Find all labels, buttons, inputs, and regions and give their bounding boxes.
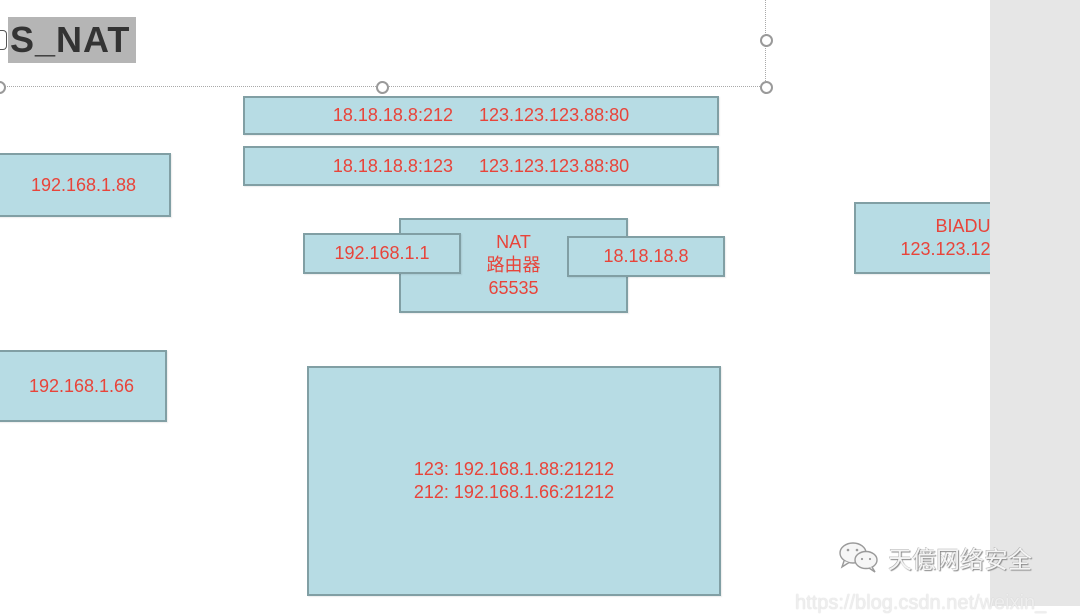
mapping-line: 212: 192.168.1.66:21212	[413, 482, 615, 502]
router-name: NAT	[496, 232, 531, 252]
router-wan-interface[interactable]: 18.18.18.8	[567, 236, 725, 277]
wechat-icon	[838, 540, 882, 574]
watermark-url: https://blog.csdn.net/weixin_	[795, 592, 1047, 614]
host-b-ip: 192.168.1.66	[28, 375, 135, 396]
wan-ip: 18.18.18.8	[603, 246, 689, 266]
router-ports: 65535	[488, 278, 539, 298]
resize-handle-bottom[interactable]	[376, 81, 389, 94]
slide-canvas: S_NAT 18.18.18.8:212 123.123.123.88:80 1…	[0, 0, 1072, 606]
nat-table-row[interactable]: 18.18.18.8:212 123.123.123.88:80	[243, 96, 719, 135]
nat-table-row[interactable]: 18.18.18.8:123 123.123.123.88:80	[243, 146, 719, 186]
router-type: 路由器	[486, 255, 541, 275]
text-cursor	[0, 30, 7, 50]
lan-ip: 192.168.1.1	[334, 243, 430, 263]
router-lan-interface[interactable]: 192.168.1.1	[303, 233, 461, 274]
public-endpoint: 18.18.18.8:123	[332, 155, 453, 176]
side-panel	[990, 0, 1080, 606]
public-endpoint: 18.18.18.8:212	[332, 105, 453, 125]
resize-handle-right[interactable]	[760, 34, 773, 47]
resize-handle-bottom-right[interactable]	[760, 81, 773, 94]
host-a-ip: 192.168.1.88	[30, 174, 137, 195]
watermark-text: 天億网络安全	[888, 546, 1032, 574]
remote-endpoint: 123.123.123.88:80	[478, 105, 630, 125]
host-box-b[interactable]: 192.168.1.66	[0, 350, 167, 422]
watermark: 天億网络安全	[838, 540, 1032, 574]
remote-endpoint: 123.123.123.88:80	[478, 155, 630, 176]
server-name: BIADU	[935, 216, 991, 236]
slide-title[interactable]: S_NAT	[8, 17, 137, 63]
mapping-line: 123: 192.168.1.88:21212	[413, 459, 615, 479]
port-mapping-box[interactable]: 123: 192.168.1.88:21212 212: 192.168.1.6…	[307, 366, 721, 596]
host-box-a[interactable]: 192.168.1.88	[0, 153, 171, 217]
